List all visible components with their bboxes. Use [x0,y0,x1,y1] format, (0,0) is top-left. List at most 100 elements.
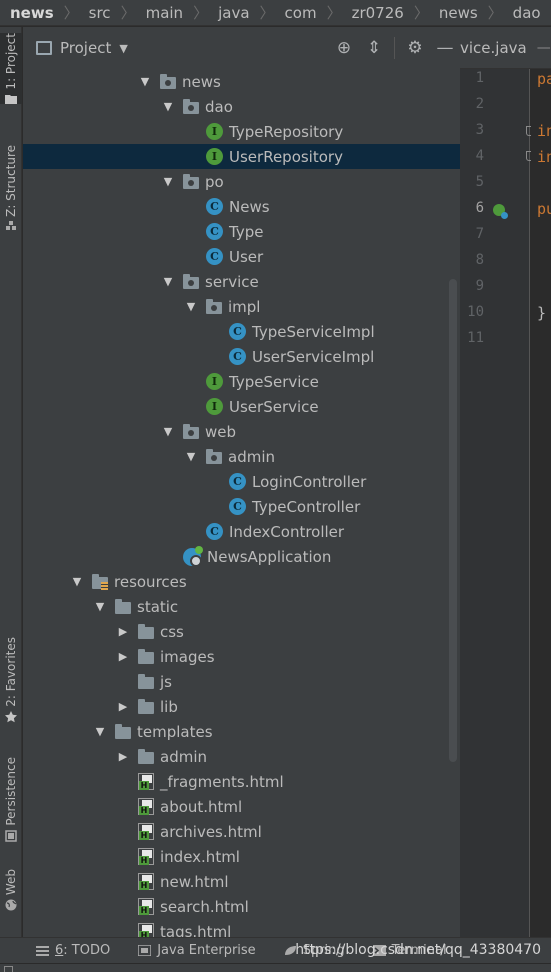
breadcrumb-item[interactable]: main [136,4,183,22]
tree-node[interactable]: ▼ impl [23,294,460,319]
breadcrumb-item[interactable]: com [275,4,317,22]
tree-node[interactable]: ▼js [23,669,460,694]
tree-node[interactable]: ▼CLoginController [23,469,460,494]
tree-node[interactable]: ▶ images [23,644,460,669]
interface-icon: I [206,398,223,415]
code-line: in [537,148,551,166]
status-bar [0,963,551,972]
breadcrumb-item[interactable]: java [208,4,249,22]
tree-node-label: _fragments.html [160,772,284,791]
chevron-down-icon[interactable]: ▼ [161,175,175,188]
tree-node[interactable]: ▼search.html [23,894,460,919]
project-view-selector[interactable]: Project [60,39,111,57]
tree-node[interactable]: ▼ templates [23,719,460,744]
html-file-icon [138,898,154,915]
tree-node[interactable]: ▼ resources [23,569,460,594]
implementation-gutter-icon[interactable] [493,204,508,219]
tree-node[interactable]: ▼_fragments.html [23,769,460,794]
chevron-right-icon[interactable]: ▶ [116,750,130,763]
tree-node-label: News [229,197,270,216]
chevron-down-icon[interactable]: ▼ [93,725,107,738]
tab-java-enterprise[interactable]: Java Enterprise [138,943,256,958]
line-number: 5 [475,174,484,190]
close-icon[interactable]: — [537,40,551,56]
tree-node[interactable]: ▼ news [23,69,460,94]
tab-todo[interactable]: 6: TODO [36,943,110,958]
tree-node[interactable]: ▼ITypeService [23,369,460,394]
tree-node[interactable]: ▼CUserServiceImpl [23,344,460,369]
tree-node-label: archives.html [160,822,262,841]
tree-node-label: TypeServiceImpl [252,322,375,341]
code-line: in [537,122,551,140]
tree-node[interactable]: ▼ static [23,594,460,619]
tree-node[interactable]: ▼CNews [23,194,460,219]
tree-node[interactable]: ▼CIndexController [23,519,460,544]
chevron-down-icon[interactable]: ▼ [119,42,127,55]
tree-node[interactable]: ▼archives.html [23,819,460,844]
class-icon: C [206,198,223,215]
tree-node[interactable]: ▼index.html [23,844,460,869]
locate-target-icon[interactable]: ⊕ [329,33,359,63]
chevron-down-icon[interactable]: ▼ [70,575,84,588]
breadcrumb-label: zr0726 [351,3,404,22]
chevron-down-icon[interactable]: ▼ [184,300,198,313]
chevron-down-icon[interactable]: ▼ [161,100,175,113]
tree-node[interactable]: ▼about.html [23,794,460,819]
chevron-down-icon[interactable]: ▼ [161,275,175,288]
tab-todo-number: 6 [55,943,64,958]
tree-node[interactable]: ▼CTypeController [23,494,460,519]
tree-node[interactable]: ▼ web [23,419,460,444]
breadcrumb-item[interactable]: news [429,4,478,22]
tab-persistence[interactable]: Persistence [0,757,22,842]
status-toggle-icon[interactable] [4,966,13,972]
tree-node[interactable]: ▼ po [23,169,460,194]
chevron-down-icon[interactable]: ▼ [161,425,175,438]
tree-node[interactable]: ▶ css [23,619,460,644]
breadcrumb-separator-icon: 〉 [487,4,503,22]
line-number: 6 [475,200,484,216]
line-number: 9 [475,278,484,294]
breadcrumb-item[interactable]: news [0,4,54,22]
tab-web[interactable]: Web [0,869,22,911]
code-line: pa [537,70,551,88]
chevron-right-icon[interactable]: ▶ [116,650,130,663]
tree-node[interactable]: ▼CTypeServiceImpl [23,319,460,344]
tree-node-label: news [182,72,221,91]
tree-node[interactable]: ▼ admin [23,444,460,469]
chevron-down-icon[interactable]: ▼ [184,450,198,463]
tree-node[interactable]: ▼ dao [23,94,460,119]
tree-node[interactable]: ▼IUserService [23,394,460,419]
code-area[interactable]: pa in in pu} [531,69,551,937]
chevron-right-icon[interactable]: ▶ [116,625,130,638]
chevron-right-icon[interactable]: ▶ [116,700,130,713]
tab-structure[interactable]: Z: Structure [0,145,22,231]
breadcrumb-item[interactable]: src [79,4,111,22]
tree-node[interactable]: ▼ITypeRepository [23,119,460,144]
tree-node[interactable]: ▼new.html [23,869,460,894]
tab-structure-label: Z: Structure [4,145,18,217]
persistence-icon [5,829,17,842]
tree-node-label: TypeService [229,372,319,391]
editor-tab-label[interactable]: vice.java [460,39,527,57]
gear-icon[interactable]: ⚙ [400,33,430,63]
tree-node[interactable]: ▶ admin [23,744,460,769]
tree-node[interactable]: ▼CUser [23,244,460,269]
tree-scrollbar[interactable] [449,279,457,762]
chevron-down-icon[interactable]: ▼ [138,75,152,88]
tree-node[interactable]: ▼ service [23,269,460,294]
structure-icon [6,220,16,230]
breadcrumb-item[interactable]: dao [503,4,541,22]
breadcrumb-separator-icon: 〉 [120,4,136,22]
tree-node[interactable]: ▼CType [23,219,460,244]
collapse-all-icon[interactable]: ⇕ [359,33,389,63]
tree-node[interactable]: ▼IUserRepository [23,144,460,169]
hide-panel-icon[interactable]: — [430,33,460,63]
tab-favorites[interactable]: 2: Favorites [0,637,22,723]
tab-project[interactable]: 1: Project [0,33,22,104]
breadcrumb-item[interactable]: zr0726 [342,4,404,22]
chevron-down-icon[interactable]: ▼ [93,600,107,613]
tree-node[interactable]: ▶ lib [23,694,460,719]
tree-node[interactable]: ▼tags.html [23,919,460,937]
tree-node[interactable]: ▼NewsApplication [23,544,460,569]
tree-node-label: static [137,597,179,616]
